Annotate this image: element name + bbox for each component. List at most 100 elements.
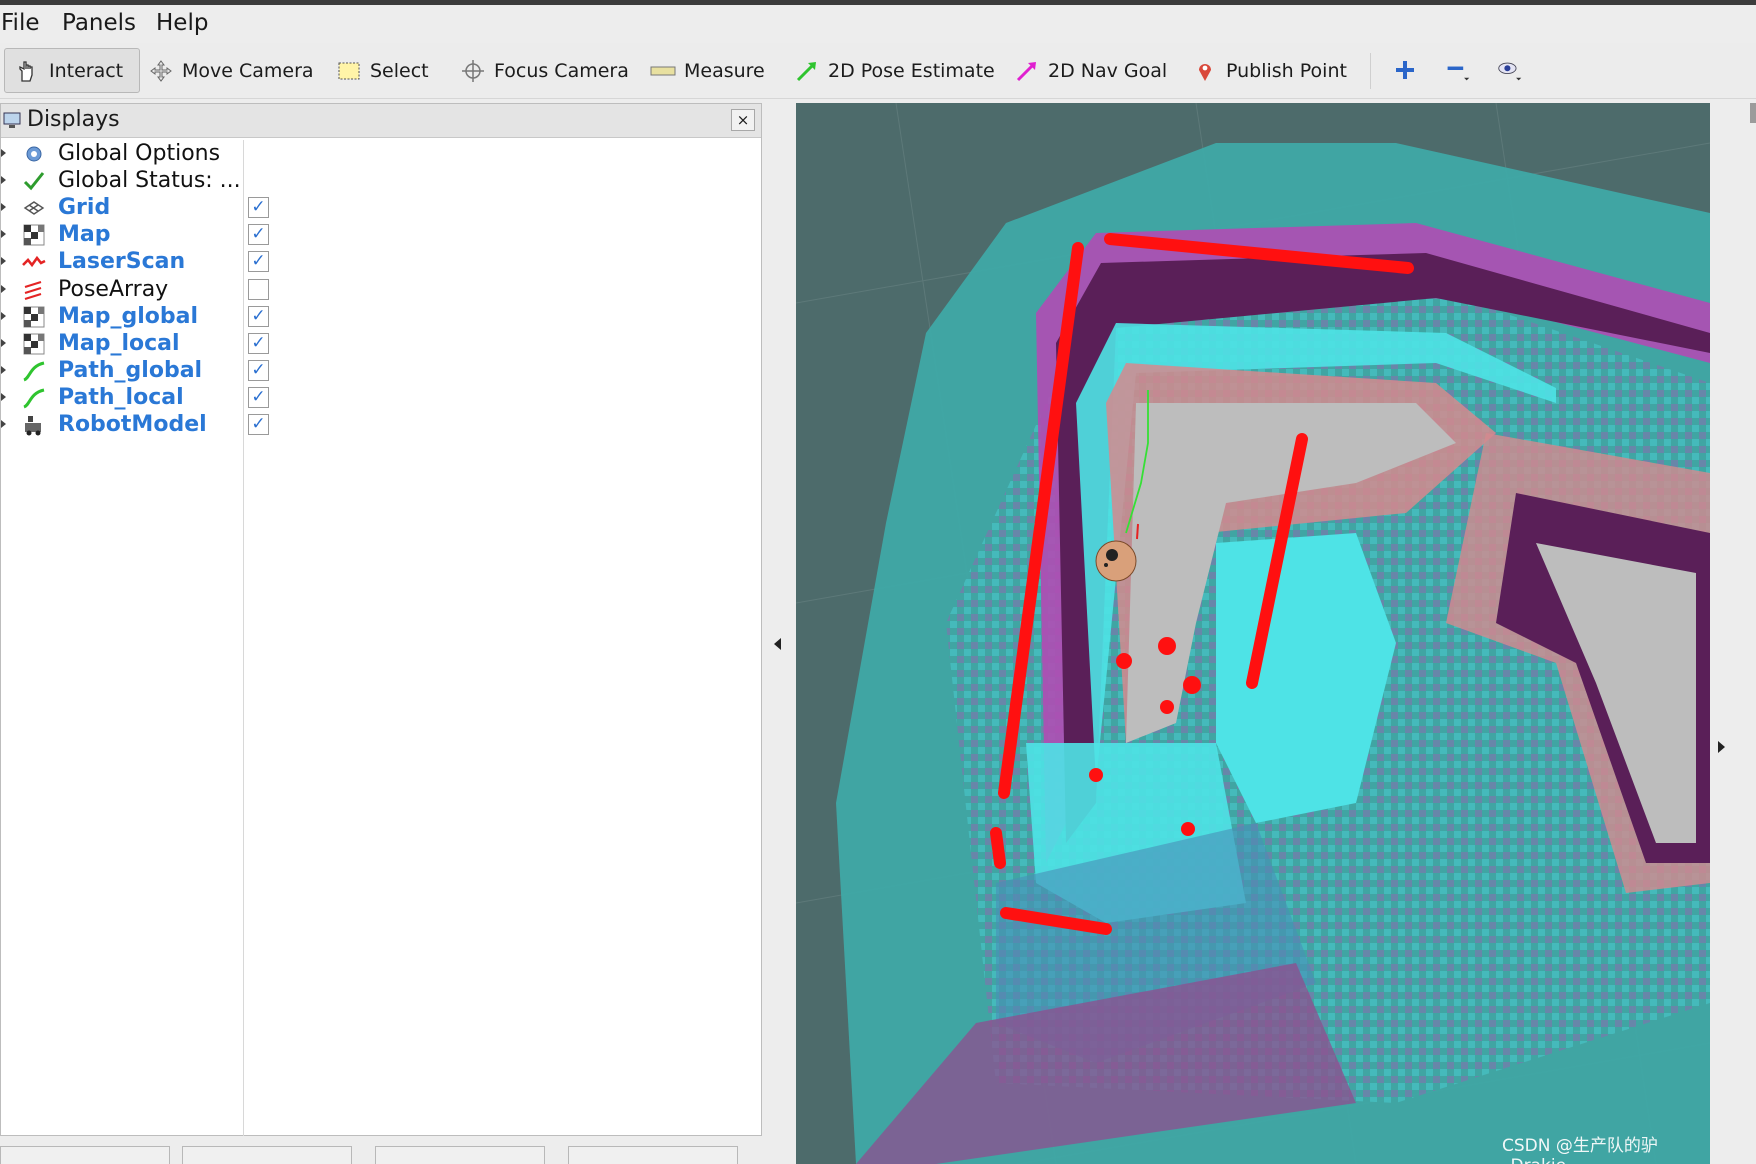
laser-segment xyxy=(990,827,1006,869)
map-pin-icon xyxy=(1192,58,1218,84)
tool-2d-pose-estimate-label: 2D Pose Estimate xyxy=(828,59,995,82)
displays-panel: Displays × Global Options Global Status: … xyxy=(0,103,762,1136)
display-row[interactable]: RobotModel ✓ xyxy=(1,411,761,439)
display-enable-checkbox[interactable]: ✓ xyxy=(248,332,269,354)
laser-point xyxy=(1158,637,1176,655)
tool-2d-nav-goal[interactable]: 2D Nav Goal xyxy=(1014,48,1167,93)
expand-arrow-icon[interactable] xyxy=(1,176,6,185)
tool-interact-label: Interact xyxy=(49,59,124,82)
tool-move-camera-label: Move Camera xyxy=(182,59,314,82)
map-render xyxy=(796,103,1710,1164)
tool-publish-point[interactable]: Publish Point xyxy=(1192,48,1347,93)
display-row-label: Map_local xyxy=(58,330,180,356)
display-enable-checkbox[interactable]: ✓ xyxy=(248,224,269,246)
expand-arrow-icon[interactable] xyxy=(1,338,6,347)
close-icon[interactable]: × xyxy=(731,109,755,131)
left-splitter[interactable] xyxy=(762,103,796,1164)
expand-arrow-icon[interactable] xyxy=(1,203,6,212)
display-row[interactable]: Global Options xyxy=(1,140,761,168)
checkmark-icon xyxy=(21,168,47,194)
map-icon xyxy=(21,304,47,330)
display-enable-checkbox[interactable]: ✓ xyxy=(248,305,269,327)
panel-bottom-tab[interactable] xyxy=(182,1146,352,1164)
expand-arrow-icon[interactable] xyxy=(1,365,6,374)
laser-point xyxy=(1160,700,1174,714)
expand-arrow-icon[interactable] xyxy=(1,311,6,320)
display-row-label: Map xyxy=(58,222,111,248)
magenta-arrow-icon xyxy=(1014,58,1040,84)
display-row[interactable]: LaserScan ✓ xyxy=(1,248,761,276)
display-enable-checkbox[interactable]: ✓ xyxy=(248,414,269,435)
robot-model xyxy=(1095,540,1137,582)
expand-arrow-icon[interactable] xyxy=(1,392,6,401)
display-row[interactable]: Path_global ✓ xyxy=(1,357,761,385)
hand-icon xyxy=(15,58,41,84)
display-row-label: Map_global xyxy=(58,303,199,329)
displays-panel-header: Displays × xyxy=(1,104,761,138)
laser-point xyxy=(1183,676,1201,694)
tool-focus-camera[interactable]: Focus Camera xyxy=(460,48,629,93)
tool-select-label: Select xyxy=(370,59,429,82)
laser-point xyxy=(1181,822,1195,836)
tool-measure[interactable]: Measure xyxy=(650,48,765,93)
display-row-label: RobotModel xyxy=(58,412,207,437)
display-enable-checkbox[interactable]: ✓ xyxy=(248,386,269,408)
display-row[interactable]: Map_local ✓ xyxy=(1,330,761,358)
display-row[interactable]: Path_local ✓ xyxy=(1,384,761,412)
tool-publish-point-label: Publish Point xyxy=(1226,59,1347,82)
right-splitter[interactable] xyxy=(1710,103,1756,1164)
display-row-label: LaserScan xyxy=(58,249,186,275)
robot-icon xyxy=(21,412,47,438)
display-row[interactable]: Map_global ✓ xyxy=(1,303,761,331)
display-row[interactable]: PoseArray xyxy=(1,276,761,304)
map-icon xyxy=(21,331,47,357)
display-row[interactable]: Global Status: ... xyxy=(1,167,761,195)
eye-icon[interactable] xyxy=(1497,57,1523,83)
display-enable-checkbox[interactable] xyxy=(248,278,269,300)
minus-icon[interactable] xyxy=(1445,57,1471,83)
display-row[interactable]: Grid ✓ xyxy=(1,194,761,222)
laser-point xyxy=(1089,768,1103,782)
display-enable-checkbox[interactable]: ✓ xyxy=(248,197,269,219)
green-arrow-icon xyxy=(794,58,820,84)
display-row-label: Grid xyxy=(58,195,111,221)
menu-file[interactable]: File xyxy=(1,10,40,36)
panel-bottom-tab[interactable] xyxy=(0,1146,170,1164)
expand-arrow-icon[interactable] xyxy=(1,284,6,293)
display-row-label: Global Status: ... xyxy=(58,168,241,194)
expand-arrow-icon[interactable] xyxy=(1,420,6,428)
tool-move-camera[interactable]: Move Camera xyxy=(148,48,314,93)
tool-interact[interactable]: Interact xyxy=(4,48,140,93)
tool-2d-pose-estimate[interactable]: 2D Pose Estimate xyxy=(794,48,995,93)
display-row-label: Path_global xyxy=(58,357,203,383)
menu-bar: File Panels Help xyxy=(0,5,1756,43)
panel-bottom-tab[interactable] xyxy=(568,1146,738,1164)
expand-right-icon[interactable] xyxy=(1718,741,1725,753)
display-enable-checkbox[interactable]: ✓ xyxy=(248,251,269,273)
panel-bottom-tab[interactable] xyxy=(375,1146,545,1164)
3d-viewport[interactable]: CSDN @生产队的驴_Drakie xyxy=(796,103,1710,1164)
path-icon xyxy=(21,358,47,384)
display-enable-checkbox[interactable]: ✓ xyxy=(248,359,269,381)
expand-arrow-icon[interactable] xyxy=(1,149,6,157)
path-icon xyxy=(21,385,47,411)
expand-arrow-icon[interactable] xyxy=(1,257,6,266)
monitor-icon xyxy=(3,112,21,128)
local-path xyxy=(1136,523,1139,540)
display-row-label: PoseArray xyxy=(58,276,169,302)
posearray-icon xyxy=(21,277,47,303)
menu-panels[interactable]: Panels xyxy=(62,10,136,36)
tool-select[interactable]: Select xyxy=(336,48,429,93)
focus-camera-icon xyxy=(460,58,486,84)
laser-point xyxy=(1116,653,1132,669)
watermark-text: CSDN @生产队的驴_Drakie xyxy=(1502,1136,1658,1164)
expand-arrow-icon[interactable] xyxy=(1,230,6,239)
tool-bar: Interact Move Camera Select Focus Camera… xyxy=(0,43,1756,99)
collapse-left-icon[interactable] xyxy=(774,638,781,650)
plus-icon[interactable] xyxy=(1392,57,1418,83)
move-camera-icon xyxy=(148,58,174,84)
display-row[interactable]: Map ✓ xyxy=(1,221,761,249)
right-panel-edge xyxy=(1750,103,1756,123)
tool-measure-label: Measure xyxy=(684,59,765,82)
menu-help[interactable]: Help xyxy=(156,10,208,36)
